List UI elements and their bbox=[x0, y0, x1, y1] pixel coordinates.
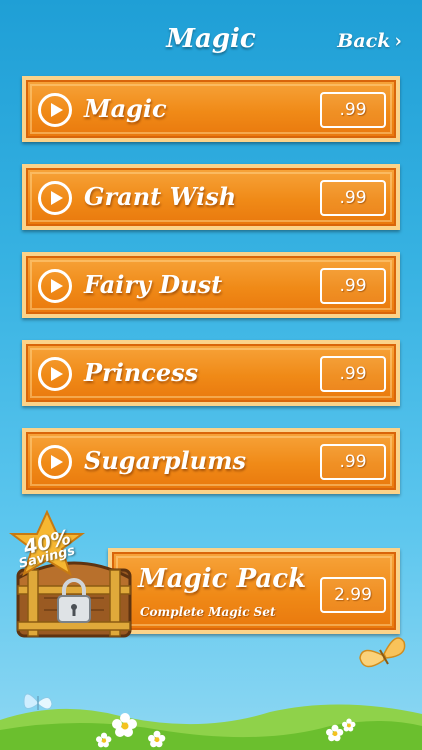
flower-icon bbox=[112, 713, 137, 737]
header: Magic Back › bbox=[0, 0, 422, 80]
item-row-magic[interactable]: Magic .99 bbox=[22, 76, 400, 142]
play-icon[interactable] bbox=[38, 357, 72, 391]
price-button[interactable]: .99 bbox=[320, 92, 386, 128]
item-row-fairy-dust[interactable]: Fairy Dust .99 bbox=[22, 252, 400, 318]
price-button[interactable]: .99 bbox=[320, 180, 386, 216]
item-name: Fairy Dust bbox=[84, 270, 223, 299]
item-row-magic-pack[interactable]: Magic Pack Complete Magic Set 2.99 bbox=[108, 548, 400, 634]
item-row-grant-wish[interactable]: Grant Wish .99 bbox=[22, 164, 400, 230]
item-row-sugarplums[interactable]: Sugarplums .99 bbox=[22, 428, 400, 494]
price-button[interactable]: .99 bbox=[320, 268, 386, 304]
butterfly-icon bbox=[23, 693, 53, 710]
flower-icon bbox=[96, 732, 112, 748]
flower-icon bbox=[342, 718, 356, 732]
play-icon[interactable] bbox=[38, 93, 72, 127]
item-name: Sugarplums bbox=[84, 446, 247, 475]
price-button[interactable]: .99 bbox=[320, 356, 386, 392]
play-icon[interactable] bbox=[38, 445, 72, 479]
item-name: Princess bbox=[84, 358, 199, 387]
back-button[interactable]: Back › bbox=[337, 30, 402, 52]
item-row-princess[interactable]: Princess .99 bbox=[22, 340, 400, 406]
chevron-right-icon: › bbox=[394, 30, 402, 52]
item-name: Magic bbox=[84, 94, 167, 123]
price-button[interactable]: .99 bbox=[320, 444, 386, 480]
pack-subtitle: Complete Magic Set bbox=[140, 605, 276, 619]
pack-price-button[interactable]: 2.99 bbox=[320, 577, 386, 613]
play-icon[interactable] bbox=[38, 269, 72, 303]
item-name: Grant Wish bbox=[84, 182, 237, 211]
play-icon[interactable] bbox=[38, 181, 72, 215]
butterfly-icon bbox=[359, 637, 406, 668]
back-label: Back bbox=[337, 30, 391, 52]
pack-name: Magic Pack bbox=[138, 564, 307, 594]
flower-icon bbox=[148, 730, 166, 748]
grass-ground bbox=[0, 704, 422, 750]
